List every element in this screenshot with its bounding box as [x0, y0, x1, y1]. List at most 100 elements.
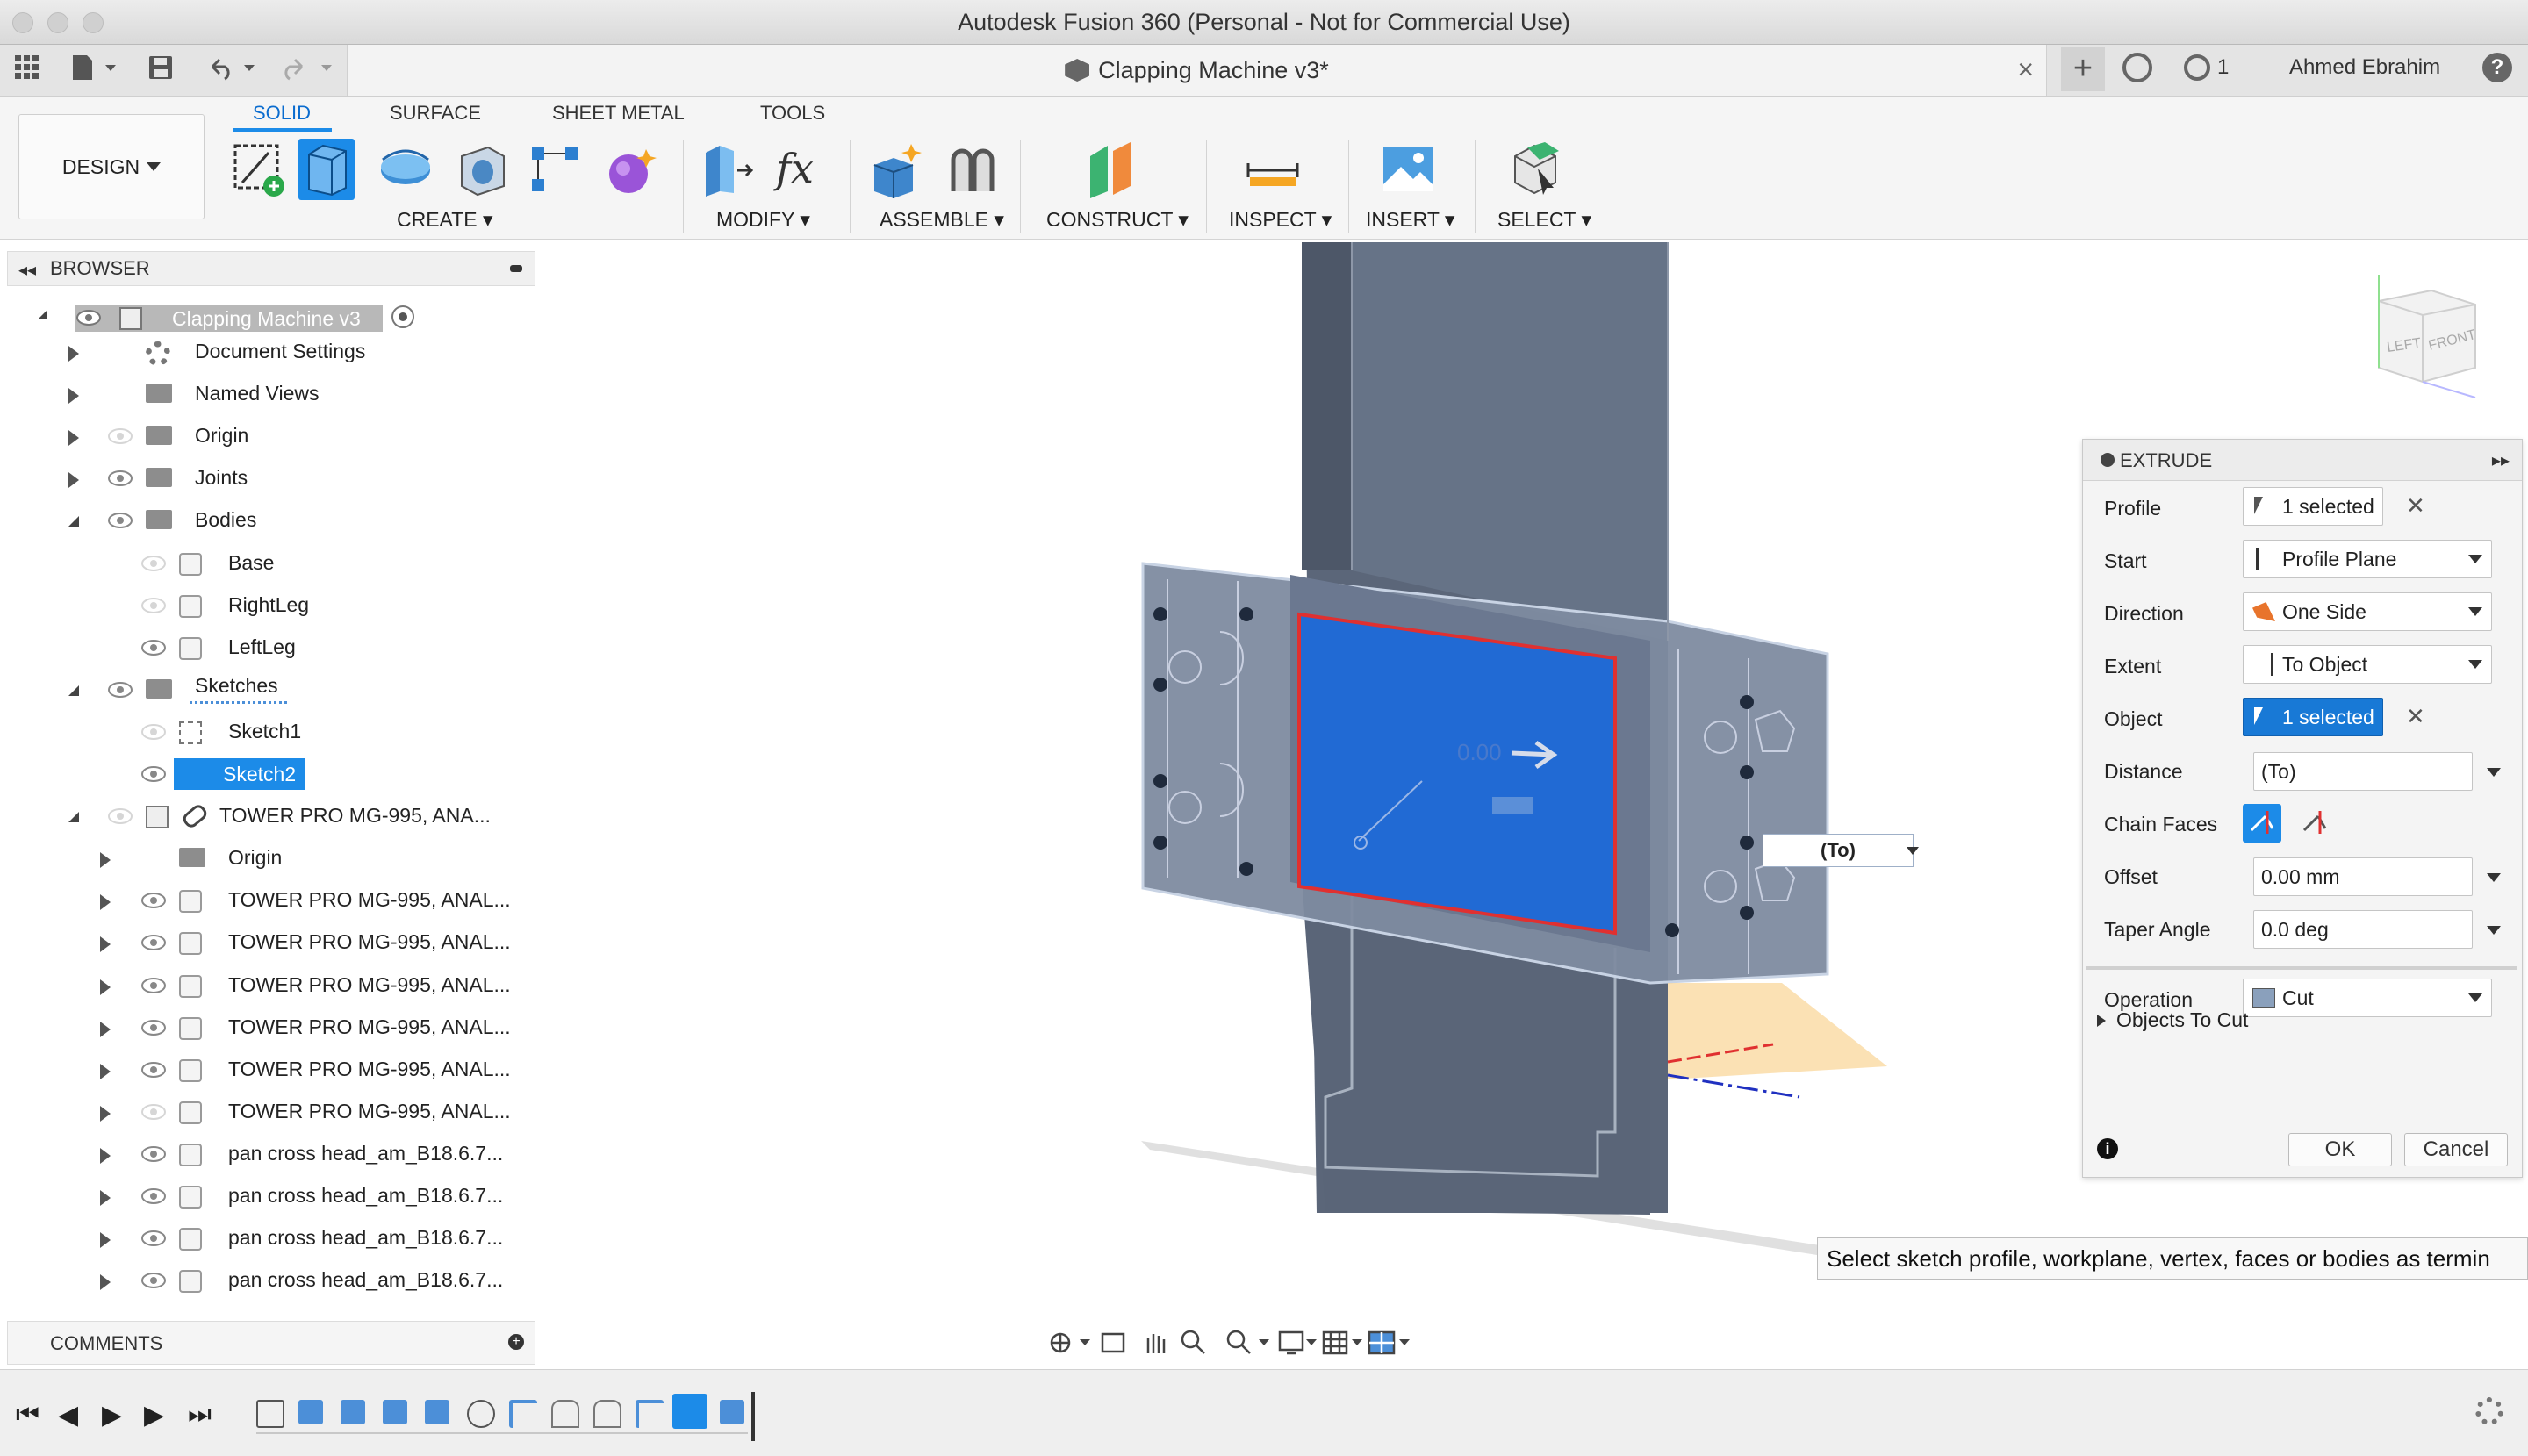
distance-input[interactable]: (To) [2253, 752, 2473, 791]
revolve-icon[interactable] [377, 139, 434, 200]
document-tab[interactable]: Clapping Machine v3* × [347, 45, 2047, 96]
joint-icon[interactable] [944, 139, 1001, 200]
modify-menu[interactable]: MODIFY ▾ [716, 208, 810, 232]
user-name[interactable]: Ahmed Ebrahim [2289, 55, 2440, 80]
start-select[interactable]: Profile Plane [2243, 540, 2492, 578]
browser-item[interactable]: Origin [190, 416, 257, 455]
comments-panel[interactable]: COMMENTS + [7, 1321, 535, 1365]
browser-item[interactable]: pan cross head_am_B18.6.7... [223, 1176, 512, 1215]
operation-select[interactable]: Cut [2243, 979, 2492, 1017]
orbit-icon[interactable] [1050, 1332, 1071, 1353]
browser-item[interactable]: RightLeg [223, 585, 318, 624]
chain-faces-off-toggle[interactable] [2295, 804, 2334, 843]
browser-header[interactable]: ◂◂ BROWSER [7, 251, 535, 286]
expand-triangle-icon[interactable] [100, 1232, 111, 1248]
fit-icon[interactable] [1226, 1330, 1251, 1354]
expand-triangle-icon[interactable] [100, 1148, 111, 1164]
distance-manipulator-field[interactable]: (To) [1763, 834, 1914, 867]
browser-item[interactable]: Origin [223, 838, 291, 877]
eye-icon[interactable] [140, 1144, 167, 1164]
insert-menu[interactable]: INSERT ▾ [1366, 208, 1454, 232]
expand-triangle-icon[interactable] [68, 388, 79, 404]
chevron-down-icon[interactable] [1907, 847, 1919, 855]
timeline-settings-gear-icon[interactable] [2475, 1397, 2503, 1425]
expand-triangle-icon[interactable] [100, 894, 111, 910]
add-comment-icon[interactable]: + [508, 1334, 524, 1350]
eye-icon[interactable] [107, 511, 133, 530]
create-menu[interactable]: CREATE ▾ [397, 208, 493, 232]
timeline-extrude-icon[interactable] [298, 1400, 323, 1424]
browser-item[interactable]: pan cross head_am_B18.6.7... [223, 1134, 512, 1173]
look-at-icon[interactable] [1101, 1332, 1125, 1353]
browser-item[interactable]: Sketch1 [223, 712, 310, 750]
timeline-joint-icon[interactable] [551, 1400, 579, 1428]
browser-item[interactable]: LeftLeg [223, 628, 305, 666]
eye-icon[interactable] [140, 891, 167, 910]
collapse-triangle-icon[interactable] [68, 516, 79, 527]
browser-item[interactable]: Bodies [190, 500, 265, 539]
rectangular-pattern-icon[interactable] [527, 139, 583, 200]
create-form-icon[interactable] [602, 139, 658, 200]
press-pull-icon[interactable] [699, 139, 755, 200]
eye-icon[interactable] [140, 976, 167, 995]
expand-triangle-icon[interactable] [100, 1106, 111, 1122]
inspect-menu[interactable]: INSPECT ▾ [1229, 208, 1332, 232]
timeline-extrude-icon[interactable] [383, 1400, 407, 1424]
expand-triangle-icon[interactable] [100, 936, 111, 952]
profile-selector[interactable]: 1 selected [2243, 487, 2383, 526]
expand-triangle-icon[interactable] [100, 1064, 111, 1079]
go-to-start-icon[interactable]: ⏮ [16, 1400, 40, 1430]
chevron-down-icon[interactable] [2487, 768, 2501, 777]
eye-icon[interactable] [140, 1187, 167, 1206]
expand-triangle-icon[interactable] [100, 852, 111, 868]
timeline-sketch2-active-icon[interactable] [672, 1394, 707, 1429]
eye-icon[interactable] [140, 1271, 167, 1290]
undo-icon[interactable] [207, 54, 269, 88]
chain-faces-on-toggle[interactable] [2243, 804, 2281, 843]
eye-icon[interactable] [107, 807, 133, 826]
assemble-menu[interactable]: ASSEMBLE ▾ [880, 208, 1004, 232]
eye-icon[interactable] [140, 1018, 167, 1037]
step-forward-icon[interactable]: ▶ [144, 1400, 164, 1431]
browser-item[interactable]: Sketches [190, 670, 287, 704]
timeline-sketch-icon[interactable] [256, 1400, 284, 1428]
browser-item[interactable]: TOWER PRO MG-995, ANAL... [223, 1092, 520, 1130]
eye-icon[interactable] [75, 308, 102, 327]
browser-item[interactable]: Document Settings [190, 332, 374, 370]
clear-profile-icon[interactable]: ✕ [2406, 492, 2425, 520]
job-status-icon[interactable] [2184, 54, 2210, 81]
dialog-minimize-icon[interactable] [2101, 453, 2115, 467]
collapse-triangle-icon[interactable] [39, 310, 47, 319]
browser-item[interactable]: TOWER PRO MG-995, ANAL... [223, 880, 520, 919]
browser-item[interactable]: Base [223, 543, 283, 582]
info-icon[interactable]: i [2097, 1138, 2118, 1159]
activate-radio-icon[interactable] [391, 305, 414, 328]
pan-icon[interactable] [1146, 1334, 1166, 1353]
display-settings-icon[interactable] [1278, 1330, 1304, 1355]
redo-icon[interactable] [277, 54, 339, 88]
save-icon[interactable] [147, 54, 174, 88]
offset-plane-icon[interactable] [1083, 139, 1139, 200]
go-to-end-icon[interactable]: ⏭ [188, 1400, 212, 1430]
timeline-hole-icon[interactable] [467, 1400, 495, 1428]
expand-triangle-icon[interactable] [100, 1274, 111, 1290]
eye-icon[interactable] [140, 933, 167, 952]
view-cube[interactable]: LEFT FRONT [2361, 275, 2484, 406]
timeline-marker[interactable] [751, 1392, 755, 1441]
timeline-plane-icon[interactable] [636, 1400, 664, 1428]
eye-icon[interactable] [107, 680, 133, 699]
change-parameters-icon[interactable]: fx [772, 139, 829, 200]
new-tab-button[interactable]: + [2061, 47, 2105, 91]
collapse-triangle-icon[interactable] [68, 812, 79, 822]
hole-icon[interactable] [453, 139, 509, 200]
timeline-extrude-icon[interactable] [720, 1400, 744, 1424]
eye-icon[interactable] [107, 427, 133, 446]
expand-triangle-icon[interactable] [100, 1022, 111, 1037]
timeline-joint-icon[interactable] [593, 1400, 621, 1428]
browser-options-icon[interactable] [510, 265, 522, 272]
collapse-triangle-icon[interactable] [68, 685, 79, 696]
tab-solid[interactable]: SOLID [253, 102, 311, 125]
help-icon[interactable]: ? [2482, 53, 2512, 82]
browser-item[interactable]: TOWER PRO MG-995, ANAL... [223, 965, 520, 1004]
timeline-extrude-icon[interactable] [425, 1400, 449, 1424]
